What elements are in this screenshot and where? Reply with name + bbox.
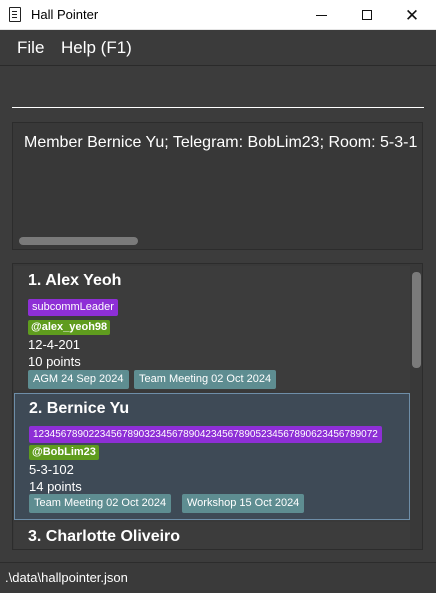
result-display: Member Bernice Yu; Telegram: BobLim23; R… [12,122,423,250]
clipboard-icon [9,7,21,22]
event-tag: Workshop 15 Oct 2024 [182,494,305,513]
status-bar: .\data\hallpointer.json [0,562,436,593]
room-number: 5-3-102 [29,462,74,477]
member-list: 1. Alex Yeoh subcommLeader @alex_yeoh98 … [12,263,423,550]
maximize-button[interactable] [344,0,390,30]
event-tag: AGM 24 Sep 2024 [28,370,129,389]
close-button[interactable]: ✕ [389,0,435,30]
storage-path: .\data\hallpointer.json [5,570,128,585]
result-text: Member Bernice Yu; Telegram: BobLim23; R… [24,134,418,151]
maximize-icon [362,10,372,20]
member-name: 3. Charlotte Oliveiro [28,528,181,545]
member-name: 1. Alex Yeoh [28,272,122,289]
member-card-charlotte-oliveiro[interactable]: 3. Charlotte Oliveiro [14,522,410,549]
menu-file[interactable]: File [17,38,44,58]
room-number: 12-4-201 [28,337,81,352]
event-tag: Team Meeting 02 Oct 2024 [134,370,277,389]
command-box [0,66,436,116]
minimize-button[interactable] [298,0,344,30]
member-card-alex-yeoh[interactable]: 1. Alex Yeoh subcommLeader @alex_yeoh98 … [14,266,410,390]
window-title: Hall Pointer [31,7,99,22]
menu-bar: File Help (F1) [0,30,436,66]
event-tag: Team Meeting 02 Oct 2024 [29,494,172,513]
member-name: 2. Bernice Yu [29,400,130,417]
role-tag: 1234567890223456789032345678904234567890… [29,426,382,443]
close-icon: ✕ [404,5,420,25]
role-tag: subcommLeader [28,299,118,316]
telegram-tag: @BobLim23 [29,445,99,460]
title-bar: Hall Pointer ✕ [0,0,436,30]
menu-help[interactable]: Help (F1) [61,38,132,58]
result-horizontal-scrollbar[interactable] [19,237,138,245]
member-card-bernice-yu[interactable]: 2. Bernice Yu 12345678902234567890323456… [14,393,410,520]
member-list-scrollbar[interactable] [412,272,421,368]
points-count: 10 points [28,354,81,369]
telegram-tag: @alex_yeoh98 [28,320,111,335]
command-input[interactable] [12,74,424,108]
minimize-icon [315,14,327,16]
points-count: 14 points [29,479,82,494]
